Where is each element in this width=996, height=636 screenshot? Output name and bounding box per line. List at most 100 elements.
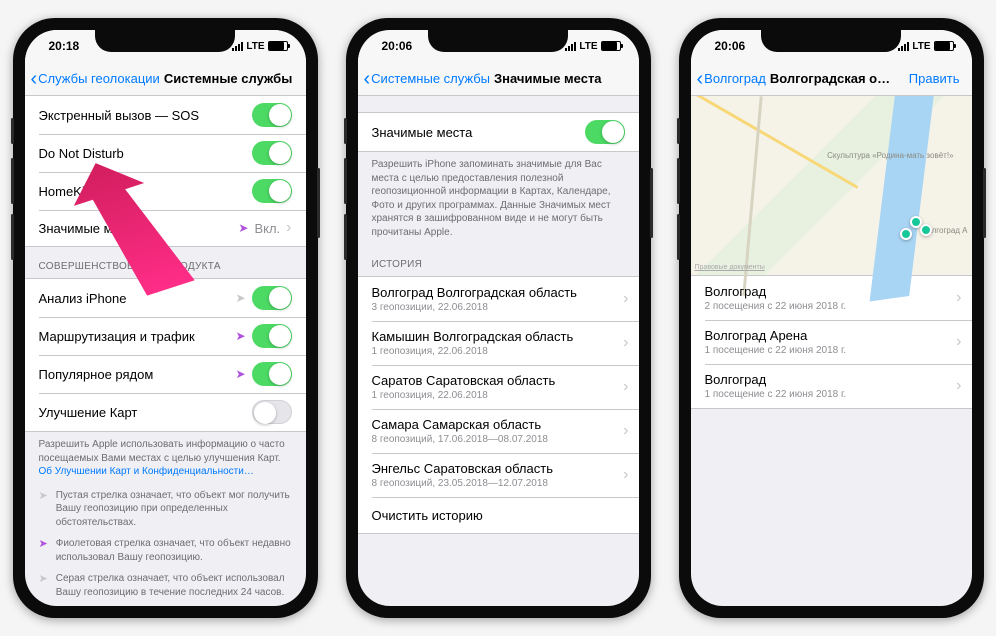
toggle[interactable] [252,286,292,310]
history-item[interactable]: Энгельс Саратовская область 8 геопозиций… [358,453,639,497]
group-visits: Волгоград 2 посещения с 22 июня 2018 г. … [691,276,972,409]
phone-3: 20:06 LTE ‹ Волгоград Волгоградская о… П… [679,18,984,618]
location-arrow-icon: ➤ [235,291,245,305]
history-title: Волгоград Волгоградская область [372,285,625,300]
chevron-right-icon: › [623,422,628,440]
location-arrow-icon: ➤ [238,221,248,235]
group-improvement: Анализ iPhone ➤ Маршрутизация и трафик ➤… [25,278,306,432]
network-label: LTE [912,41,930,52]
history-item[interactable]: Самара Самарская область 8 геопозиций, 1… [358,409,639,453]
content: Значимые места Разрешить iPhone запомина… [358,96,639,606]
back-button[interactable]: ‹ Волгоград [697,69,766,89]
network-label: LTE [246,41,264,52]
row-label: Маршрутизация и трафик [39,329,236,344]
toggle-sos[interactable] [252,103,292,127]
chevron-left-icon: ‹ [364,69,371,89]
row-sos[interactable]: Экстренный вызов — SOS [25,96,306,134]
nav-header: ‹ Службы геолокации Системные службы [25,62,306,96]
content: Скульптура «Родина-мать зовёт!» Волгогра… [691,96,972,606]
back-button[interactable]: ‹ Службы геолокации [31,69,160,89]
legend-gray-arrow: ➤ Серая стрелка означает, что объект исп… [25,568,306,603]
visit-item[interactable]: Волгоград Арена 1 посещение с 22 июня 20… [691,320,972,364]
history-subtitle: 8 геопозиций, 17.06.2018—08.07.2018 [372,434,625,445]
notch [761,30,901,52]
row-label: Экстренный вызов — SOS [39,108,252,123]
map-pin-icon[interactable] [920,224,932,236]
location-arrow-icon: ➤ [39,489,48,530]
history-subtitle: 8 геопозиций, 23.05.2018—12.07.2018 [372,478,625,489]
network-label: LTE [579,41,597,52]
nav-header: ‹ Системные службы Значимые места [358,62,639,96]
chevron-right-icon: › [956,377,961,395]
row-label: HomeKit [39,184,252,199]
toggle[interactable] [585,120,625,144]
row-popular-nearby[interactable]: Популярное рядом ➤ [25,355,306,393]
row-label: Улучшение Карт [39,405,252,420]
privacy-link[interactable]: Об Улучшении Карт и Конфиденциальности… [39,466,254,477]
group-history: Волгоград Волгоградская область 3 геопоз… [358,276,639,534]
phone-1: 20:18 LTE ‹ Службы геолокации Системные … [13,18,318,618]
row-label: Очистить историю [372,508,625,523]
row-label: Значимые места [372,125,585,140]
map-legal-link[interactable]: Правовые документы [695,264,765,271]
chevron-right-icon: › [286,219,291,237]
toggle[interactable] [252,362,292,386]
row-routing-traffic[interactable]: Маршрутизация и трафик ➤ [25,317,306,355]
visit-item[interactable]: Волгоград 1 посещение с 22 июня 2018 г. … [691,364,972,408]
history-item[interactable]: Волгоград Волгоградская область 3 геопоз… [358,277,639,321]
toggle[interactable] [252,400,292,424]
row-improve-maps[interactable]: Улучшение Карт [25,393,306,431]
row-significant-locations-toggle[interactable]: Значимые места [358,113,639,151]
map-pin-icon[interactable] [910,216,922,228]
group-toggle: Значимые места [358,112,639,152]
row-label: Значимые места [39,221,239,236]
toggle-dnd[interactable] [252,141,292,165]
history-subtitle: 3 геопозиции, 22.06.2018 [372,302,625,313]
clear-history-button[interactable]: Очистить историю [358,497,639,533]
signal-icon [232,42,243,51]
section-header-improvement: СОВЕРШЕНСТВОВАНИЕ ПРОДУКТА [25,247,306,278]
nav-header: ‹ Волгоград Волгоградская о… Править [691,62,972,96]
map-pin-icon[interactable] [900,228,912,240]
footer-note: Разрешить Apple использовать информацию … [25,432,306,485]
history-title: Саратов Саратовская область [372,373,625,388]
legend-purple-arrow: ➤ Фиолетовая стрелка означает, что объек… [25,533,306,568]
back-label: Волгоград [704,71,766,86]
row-label: Do Not Disturb [39,146,252,161]
history-item[interactable]: Саратов Саратовская область 1 геопозиция… [358,365,639,409]
chevron-left-icon: ‹ [697,69,704,89]
history-title: Самара Самарская область [372,417,625,432]
clock: 20:18 [49,39,80,53]
clock: 20:06 [382,39,413,53]
visit-subtitle: 1 посещение с 22 июня 2018 г. [705,389,958,400]
visit-subtitle: 1 посещение с 22 июня 2018 г. [705,345,958,356]
back-button[interactable]: ‹ Системные службы [364,69,491,89]
history-item[interactable]: Камышин Волгоградская область 1 геопозиц… [358,321,639,365]
visit-item[interactable]: Волгоград 2 посещения с 22 июня 2018 г. … [691,276,972,320]
legend-empty-arrow: ➤ Пустая стрелка означает, что объект мо… [25,485,306,534]
history-subtitle: 1 геопозиция, 22.06.2018 [372,346,625,357]
location-arrow-icon: ➤ [235,329,245,343]
group-system-services: Экстренный вызов — SOS Do Not Disturb Ho… [25,96,306,247]
map-view[interactable]: Скульптура «Родина-мать зовёт!» Волгогра… [691,96,972,276]
content: Экстренный вызов — SOS Do Not Disturb Ho… [25,96,306,606]
toggle-homekit[interactable] [252,179,292,203]
row-significant-locations[interactable]: Значимые места ➤ Вкл. › [25,210,306,246]
history-title: Энгельс Саратовская область [372,461,625,476]
location-arrow-icon: ➤ [39,572,48,599]
back-label: Службы геолокации [38,71,160,86]
toggle[interactable] [252,324,292,348]
chevron-left-icon: ‹ [31,69,38,89]
clock: 20:06 [715,39,746,53]
battery-icon [934,41,954,51]
chevron-right-icon: › [956,333,961,351]
edit-button[interactable]: Править [909,71,966,86]
status-text: Вкл. [254,221,280,236]
row-iphone-analytics[interactable]: Анализ iPhone ➤ [25,279,306,317]
section-header-history: ИСТОРИЯ [358,245,639,276]
page-title: Значимые места [490,71,632,86]
row-dnd[interactable]: Do Not Disturb [25,134,306,172]
notch [428,30,568,52]
row-homekit[interactable]: HomeKit [25,172,306,210]
chevron-right-icon: › [956,289,961,307]
